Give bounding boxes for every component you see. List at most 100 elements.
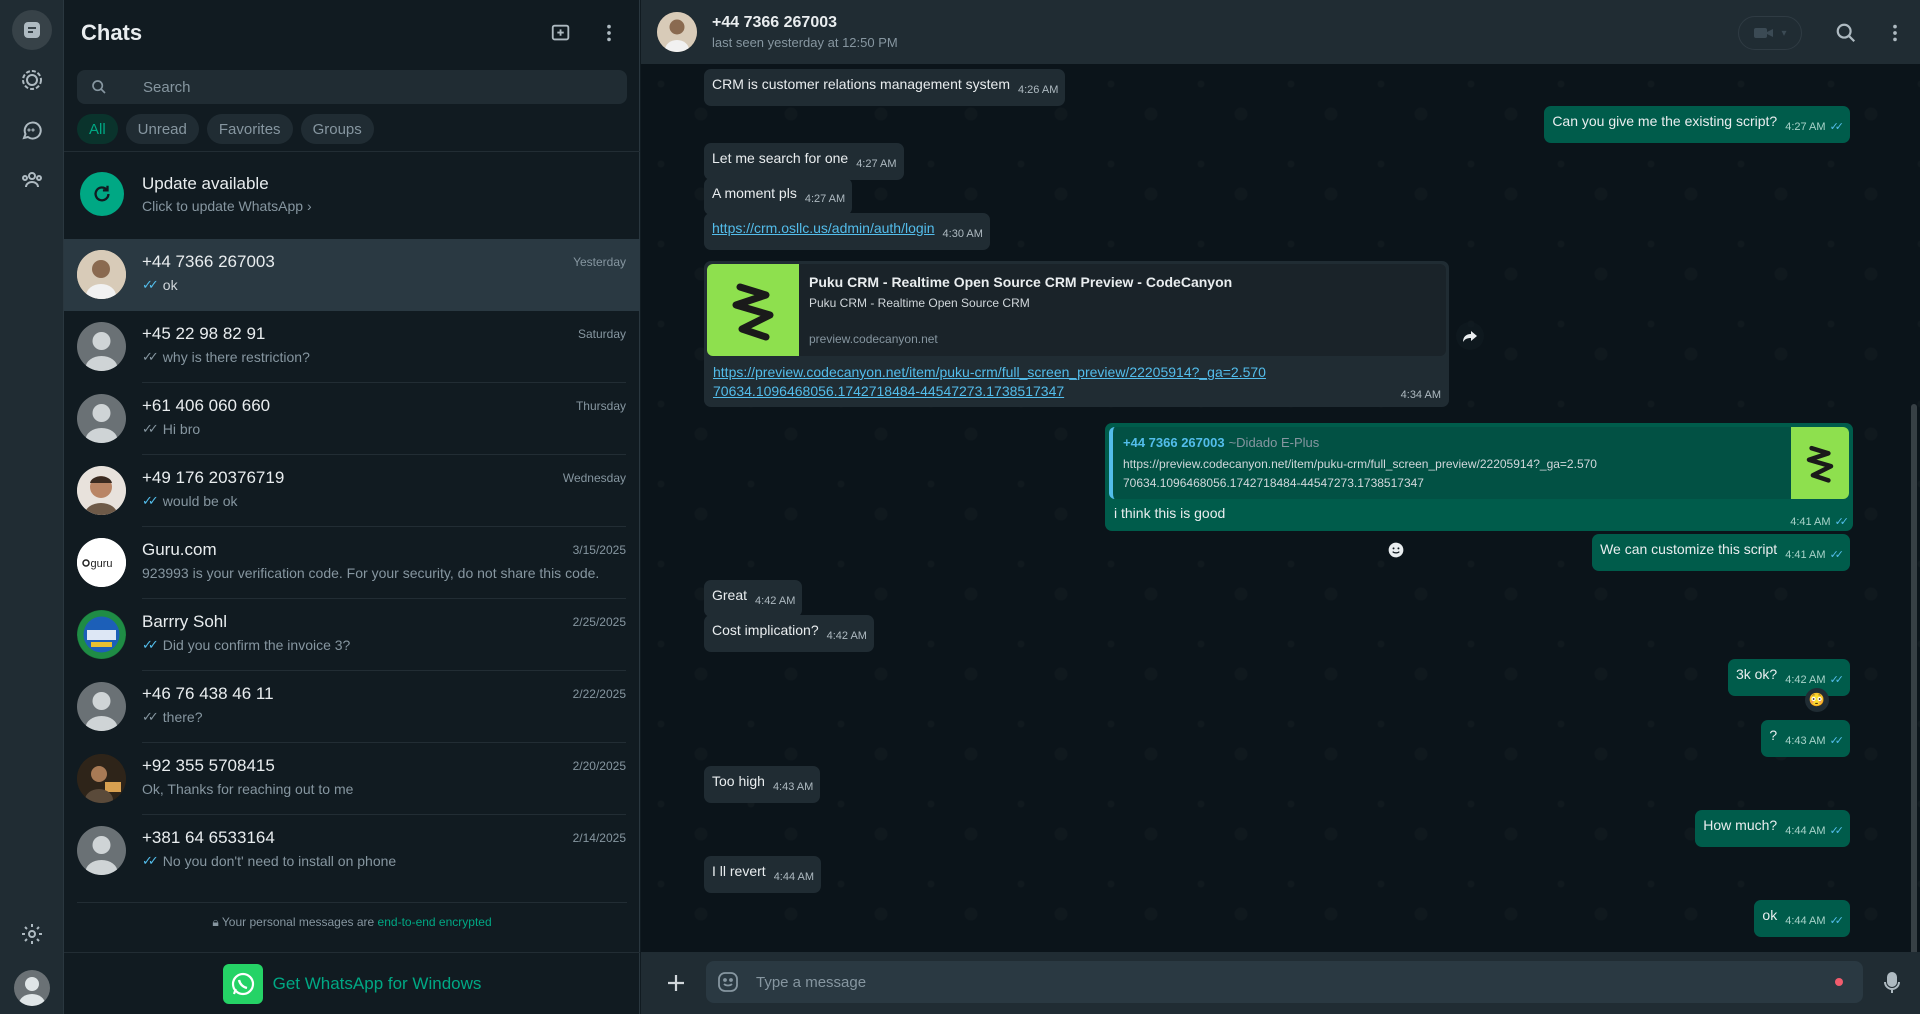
outgoing-message[interactable]: 3k ok? 4:42 AM ✓✓ (1727, 659, 1850, 696)
chat-preview: why is there restriction? (162, 349, 310, 365)
message-time: 4:42 AM (755, 595, 796, 607)
incoming-message[interactable]: Great 4:42 AM (704, 580, 803, 617)
incoming-message[interactable]: Let me search for one 4:27 AM (704, 143, 904, 180)
link-preview-message[interactable]: Puku CRM - Realtime Open Source CRM Prev… (704, 261, 1449, 407)
chat-item[interactable]: guru Guru.com 3/15/2025 923993 is your v… (64, 527, 640, 599)
chat-item[interactable]: +61 406 060 660 Thursday ✓✓ Hi bro (64, 383, 640, 455)
attach-button[interactable] (661, 968, 691, 998)
chat-item[interactable]: Barrry Sohl 2/25/2025 ✓✓ Did you confirm … (64, 599, 640, 671)
message-time: 4:26 AM (1018, 84, 1059, 96)
filter-chips: All Unread Favorites Groups (77, 114, 374, 144)
chat-item[interactable]: +92 355 5708415 2/20/2025 Ok, Thanks for… (64, 743, 640, 815)
encryption-text: Your personal messages are (221, 915, 378, 929)
quoted-message[interactable]: +44 7366 267003 ~Didado E-Plus https://pr… (1109, 427, 1849, 499)
message-input[interactable] (756, 961, 1816, 1003)
status-nav-button[interactable] (12, 60, 52, 100)
communities-nav-button[interactable] (12, 160, 52, 200)
message-link[interactable]: https://preview.codecanyon.net/item/puku… (713, 363, 1273, 401)
chat-item[interactable]: +46 76 438 46 11 2/22/2025 ✓✓ there? (64, 671, 640, 743)
chat-item[interactable]: +381 64 6533164 2/14/2025 ✓✓ No you don't… (64, 815, 640, 887)
double-check-icon: ✓✓ (1834, 516, 1850, 528)
profile-avatar[interactable] (14, 970, 50, 1006)
filter-all[interactable]: All (77, 114, 118, 144)
reply-message[interactable]: +44 7366 267003 ~Didado E-Plus https://pr… (1105, 423, 1853, 531)
double-check-icon: ✓✓ (142, 493, 159, 508)
chat-time: 2/14/2025 (572, 831, 626, 845)
chat-name: +44 7366 267003 (142, 252, 275, 271)
incoming-message[interactable]: A moment pls 4:27 AM (704, 178, 853, 215)
forward-button[interactable] (1456, 322, 1484, 350)
message-time: 4:42 AM (826, 630, 867, 642)
filter-groups[interactable]: Groups (300, 114, 374, 144)
channels-nav-button[interactable] (12, 110, 52, 150)
quoted-text: https://preview.codecanyon.net/item/puku… (1123, 457, 1597, 490)
chat-name: +49 176 20376719 (142, 468, 285, 487)
avatar (77, 466, 126, 515)
microphone-icon (1884, 972, 1900, 993)
message-composer (641, 952, 1920, 1014)
contact-name: +44 7366 267003 (712, 14, 838, 31)
double-check-icon: ✓✓ (142, 277, 159, 292)
update-banner[interactable]: Update available Click to update WhatsAp… (64, 162, 640, 226)
chat-item[interactable]: +49 176 20376719 Wednesday ✓✓ would be ok (64, 455, 640, 527)
quoted-alias: ~Didado E-Plus (1228, 435, 1320, 450)
video-call-button[interactable]: ▾ (1738, 16, 1802, 50)
message-text: 3k ok? (1735, 666, 1778, 682)
chat-item[interactable]: +45 22 98 82 91 Saturday ✓✓ why is there … (64, 311, 640, 383)
search-input[interactable] (143, 70, 603, 104)
voice-message-button[interactable] (1877, 968, 1907, 998)
filter-unread[interactable]: Unread (125, 114, 199, 144)
search-icon (1836, 23, 1856, 43)
scrollbar[interactable] (1911, 404, 1917, 1004)
channels-icon (22, 121, 42, 140)
incoming-message[interactable]: CRM is customer relations management sys… (704, 69, 1066, 106)
menu-button[interactable] (1882, 20, 1908, 46)
search-button[interactable] (1833, 20, 1859, 46)
divider (77, 902, 627, 903)
chat-item[interactable]: +44 7366 267003 Yesterday ✓✓ ok (64, 239, 640, 311)
preview-domain: preview.codecanyon.net (809, 332, 938, 346)
message-reaction[interactable]: 😳 (1805, 688, 1829, 712)
chats-nav-button[interactable] (12, 10, 52, 50)
conversation-header[interactable]: +44 7366 267003 last seen yesterday at 1… (641, 0, 1920, 64)
gear-icon (22, 924, 42, 944)
incoming-message[interactable]: Too high 4:43 AM (704, 766, 821, 803)
new-chat-button[interactable] (546, 18, 576, 48)
chat-name: +92 355 5708415 (142, 756, 275, 775)
double-check-icon: ✓✓ (142, 853, 159, 868)
message-time: 4:27 AM (1785, 121, 1826, 133)
outgoing-message[interactable]: We can customize this script 4:41 AM ✓✓ (1592, 534, 1850, 571)
message-text: ? (1769, 727, 1778, 743)
quoted-thumbnail (1791, 427, 1849, 499)
sticker-icon[interactable] (717, 971, 739, 993)
outgoing-message[interactable]: How much? 4:44 AM ✓✓ (1695, 810, 1850, 847)
outgoing-message[interactable]: ? 4:43 AM ✓✓ (1761, 720, 1850, 757)
avatar[interactable] (657, 12, 697, 52)
svg-text:guru: guru (90, 558, 112, 570)
chat-time: 2/20/2025 (572, 759, 626, 773)
chat-time: Yesterday (573, 255, 626, 269)
communities-icon (22, 172, 42, 188)
chat-preview: No you don't' need to install on phone (162, 853, 397, 869)
message-text: Great (712, 587, 748, 603)
outgoing-message[interactable]: Can you give me the existing script? 4:27… (1544, 106, 1850, 143)
menu-button[interactable] (594, 18, 624, 48)
double-check-icon: ✓✓ (142, 349, 159, 364)
preview-thumbnail (707, 264, 799, 356)
chat-list: +44 7366 267003 Yesterday ✓✓ ok +45 22 98… (64, 239, 640, 887)
message-time: 4:43 AM (1785, 735, 1826, 747)
incoming-message[interactable]: Cost implication? 4:42 AM (704, 615, 874, 652)
settings-nav-button[interactable] (12, 914, 52, 954)
outgoing-message[interactable]: ok 4:44 AM ✓✓ (1754, 900, 1850, 937)
encryption-link[interactable]: end-to-end encrypted (378, 915, 492, 929)
chat-time: Wednesday (562, 471, 626, 485)
react-emoji-button[interactable] (1385, 539, 1407, 561)
filter-favorites[interactable]: Favorites (206, 114, 293, 144)
get-windows-app-button[interactable]: Get WhatsApp for Windows (64, 952, 640, 1014)
link-preview[interactable]: Puku CRM - Realtime Open Source CRM Prev… (707, 264, 1446, 356)
message-link[interactable]: https://crm.osllc.us/admin/auth/login (712, 220, 935, 236)
quoted-sender: +44 7366 267003 (1123, 435, 1225, 450)
message-time: 4:44 AM (1785, 825, 1826, 837)
incoming-message[interactable]: I ll revert 4:44 AM (704, 856, 822, 893)
incoming-message[interactable]: https://crm.osllc.us/admin/auth/login 4:3… (704, 213, 990, 250)
